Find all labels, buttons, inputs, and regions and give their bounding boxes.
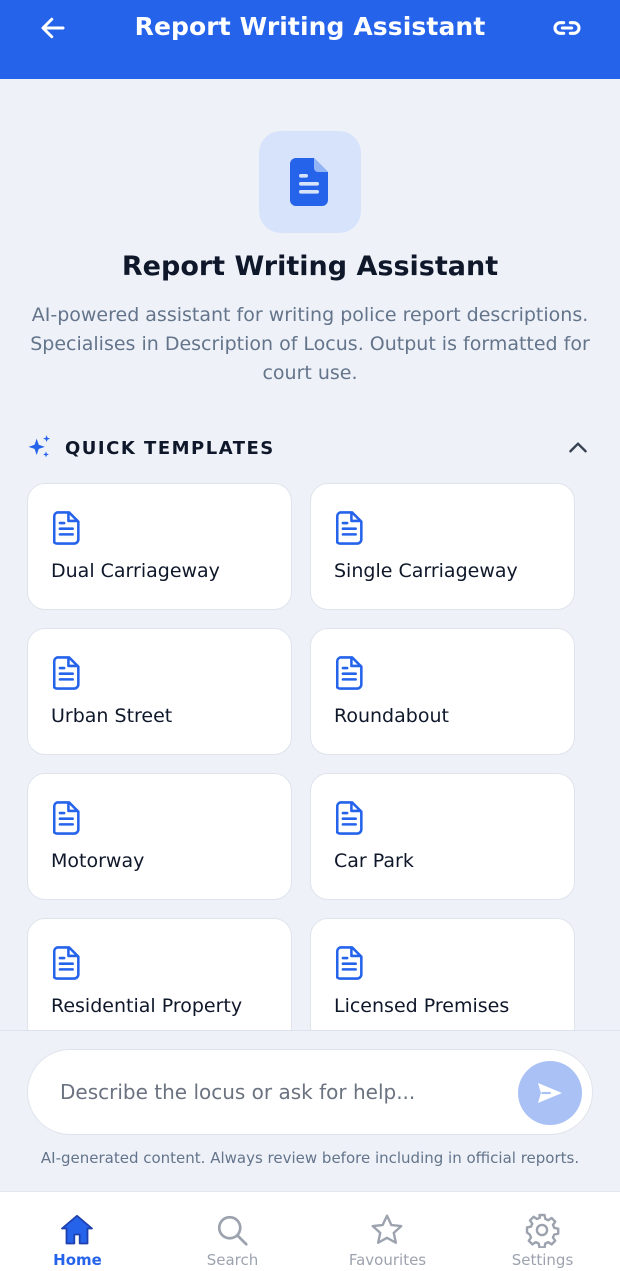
link-button[interactable] — [546, 10, 588, 46]
document-outline-icon — [52, 946, 80, 980]
template-label: Urban Street — [51, 705, 173, 727]
content-scroll[interactable]: Report Writing Assistant AI-powered assi… — [0, 79, 620, 1030]
page-title: Report Writing Assistant — [134, 12, 486, 41]
template-label: Single Carriageway — [334, 560, 518, 582]
home-icon — [61, 1214, 93, 1245]
template-label: Roundabout — [334, 705, 449, 727]
template-card-roundabout[interactable]: Roundabout — [310, 628, 575, 755]
document-outline-icon — [52, 511, 80, 545]
gear-icon — [525, 1213, 560, 1248]
template-label: Motorway — [51, 850, 145, 872]
document-outline-icon — [335, 511, 363, 545]
template-card-dual-carriageway[interactable]: Dual Carriageway — [27, 483, 292, 610]
document-outline-icon — [52, 801, 80, 835]
document-outline-icon — [335, 656, 363, 690]
ai-disclaimer: AI-generated content. Always review befo… — [40, 1149, 580, 1167]
search-icon — [217, 1215, 248, 1246]
template-card-motorway[interactable]: Motorway — [27, 773, 292, 900]
hero-document-badge — [259, 131, 361, 233]
template-card-car-park[interactable]: Car Park — [310, 773, 575, 900]
document-outline-icon — [335, 946, 363, 980]
quick-templates-heading: QUICK TEMPLATES — [65, 437, 275, 459]
document-icon — [290, 158, 328, 206]
message-input[interactable] — [60, 1050, 500, 1134]
nav-item-search[interactable]: Search — [155, 1192, 310, 1271]
star-icon — [371, 1214, 403, 1244]
app-bar: Report Writing Assistant — [0, 0, 620, 79]
template-label: Dual Carriageway — [51, 560, 220, 582]
template-label: Car Park — [334, 850, 414, 872]
message-input-container[interactable] — [27, 1049, 593, 1135]
template-card-licensed-premises[interactable]: Licensed Premises — [310, 918, 575, 1030]
nav-label: Favourites — [348, 1251, 427, 1269]
template-card-residential-property[interactable]: Residential Property — [27, 918, 292, 1030]
template-card-urban-street[interactable]: Urban Street — [27, 628, 292, 755]
nav-label: Search — [206, 1251, 259, 1269]
quick-templates-header[interactable]: QUICK TEMPLATES — [25, 431, 595, 465]
nav-label: Settings — [511, 1251, 574, 1269]
chevron-up-icon[interactable] — [565, 435, 591, 461]
send-icon — [538, 1083, 562, 1103]
assistant-description: AI-powered assistant for writing police … — [30, 304, 590, 384]
document-outline-icon — [52, 656, 80, 690]
template-card-single-carriageway[interactable]: Single Carriageway — [310, 483, 575, 610]
nav-label: Home — [53, 1251, 102, 1269]
bottom-navigation: Home Search Favourites Settings — [0, 1191, 620, 1271]
nav-item-settings[interactable]: Settings — [465, 1192, 620, 1271]
send-button[interactable] — [518, 1061, 582, 1125]
template-label: Licensed Premises — [334, 995, 510, 1017]
composer: AI-generated content. Always review befo… — [0, 1030, 620, 1191]
nav-item-home[interactable]: Home — [0, 1192, 155, 1271]
document-outline-icon — [335, 801, 363, 835]
assistant-title: Report Writing Assistant — [121, 251, 499, 282]
nav-item-favourites[interactable]: Favourites — [310, 1192, 465, 1271]
sparkles-icon — [28, 435, 51, 458]
link-icon — [553, 21, 581, 35]
template-label: Residential Property — [51, 995, 243, 1017]
